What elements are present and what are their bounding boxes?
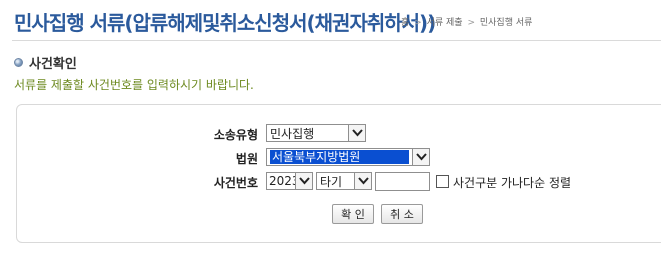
chevron-down-icon[interactable] (348, 125, 365, 141)
sort-checkbox-label: 사건구분 가나다순 정렬 (453, 176, 572, 190)
chevron-down-icon[interactable] (295, 173, 312, 189)
breadcrumb-separator: > (414, 18, 422, 28)
case-kind-select[interactable]: 타기 (316, 172, 372, 190)
case-number-label: 사건번호 (213, 176, 258, 190)
litigation-type-label: 소송유형 (213, 128, 258, 142)
sort-checkbox[interactable] (436, 175, 449, 188)
title-divider (12, 40, 661, 41)
page-title: 민사집행 서류(압류해제및취소신청서(채권자취하서)) (14, 11, 436, 35)
breadcrumb: 홈 > 서류 제출 > 민사집행 서류 (401, 15, 532, 28)
confirm-button[interactable]: 확 인 (332, 204, 374, 224)
court-select[interactable]: 서울북부지방법원 (266, 148, 430, 166)
breadcrumb-separator: > (467, 18, 475, 28)
litigation-type-select[interactable]: 민사집행 (266, 124, 366, 142)
litigation-type-value: 민사집행 (270, 126, 315, 141)
breadcrumb-home[interactable]: 홈 (401, 18, 409, 28)
section-title: 사건확인 (29, 57, 77, 72)
court-label: 법원 (235, 152, 258, 166)
section-heading: 사건확인 (14, 53, 77, 72)
breadcrumb-current: 민사집행 서류 (479, 18, 533, 28)
guide-text: 서류를 제출할 사건번호를 입력하시기 바랍니다. (14, 78, 254, 92)
case-serial-input[interactable] (375, 172, 430, 191)
chevron-down-icon[interactable] (354, 173, 371, 189)
cancel-button[interactable]: 취 소 (381, 204, 423, 224)
case-year-value: 2023 (269, 174, 295, 188)
breadcrumb-submit[interactable]: 서류 제출 (427, 18, 463, 28)
court-value: 서울북부지방법원 (270, 150, 409, 164)
chevron-down-icon[interactable] (412, 149, 429, 165)
bullet-icon (14, 58, 23, 67)
case-year-select[interactable]: 2023 (266, 172, 313, 190)
case-kind-value: 타기 (320, 174, 343, 189)
